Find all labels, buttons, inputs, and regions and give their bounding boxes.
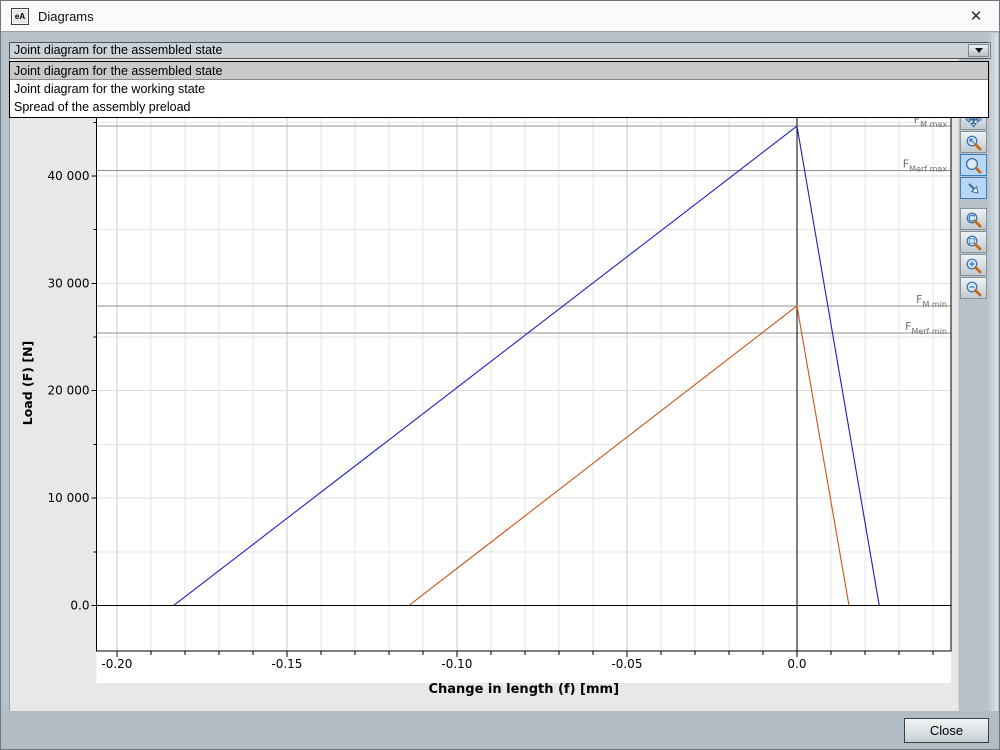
zoom-original-icon bbox=[965, 234, 982, 251]
zoom-reset-button[interactable] bbox=[960, 208, 987, 230]
window-title: Diagrams bbox=[38, 9, 94, 24]
dropdown-option-assembly-preload[interactable]: Spread of the assembly preload bbox=[10, 98, 988, 116]
dropdown-option-assembled-state[interactable]: Joint diagram for the assembled state bbox=[10, 62, 988, 80]
y-axis-title: Load (F) [N] bbox=[20, 341, 35, 426]
joint-diagram-chart: FM maxFMerf maxFM minFMerf min-0.20-0.15… bbox=[10, 59, 958, 712]
x-tick-label: -0.15 bbox=[271, 657, 302, 671]
zoom-window-icon bbox=[965, 157, 982, 174]
zoom-original-button[interactable] bbox=[960, 231, 987, 253]
dialog-footer: Close bbox=[1, 711, 999, 749]
zoom-out-icon bbox=[965, 280, 982, 297]
x-axis-title: Change in length (f) [mm] bbox=[428, 682, 619, 697]
y-tick-label: 10 000 bbox=[48, 491, 90, 505]
dropdown-arrow-button[interactable] bbox=[968, 44, 989, 57]
diagrams-dialog: eA Diagrams ✕ FM maxFMerf maxFM minFMerf… bbox=[0, 0, 1000, 750]
zoom-in-icon bbox=[965, 257, 982, 274]
x-tick-label: 0.0 bbox=[787, 657, 806, 671]
diagram-type-dropdown[interactable]: Joint diagram for the assembled state bbox=[9, 42, 991, 59]
y-tick-label: 40 000 bbox=[48, 169, 90, 183]
x-tick-label: -0.05 bbox=[611, 657, 642, 671]
dropdown-option-list: Joint diagram for the assembled state Jo… bbox=[9, 61, 989, 118]
chart-panel: FM maxFMerf maxFM minFMerf min-0.20-0.15… bbox=[9, 58, 959, 713]
app-icon: eA bbox=[11, 8, 29, 25]
y-tick-label: 20 000 bbox=[48, 384, 90, 398]
dropdown-option-working-state[interactable]: Joint diagram for the working state bbox=[10, 80, 988, 98]
close-button[interactable]: Close bbox=[904, 718, 989, 743]
right-margin bbox=[987, 33, 998, 711]
zoom-reset-icon bbox=[965, 211, 982, 228]
dropdown-selected-value: Joint diagram for the assembled state bbox=[14, 43, 222, 57]
zoom-previous-button[interactable] bbox=[960, 131, 987, 153]
chart-toolbar bbox=[960, 108, 988, 300]
select-arrow-icon bbox=[965, 180, 982, 197]
select-arrow-button[interactable] bbox=[960, 177, 987, 199]
zoom-previous-icon bbox=[965, 134, 982, 151]
zoom-in-button[interactable] bbox=[960, 254, 987, 276]
x-tick-label: -0.20 bbox=[101, 657, 132, 671]
zoom-out-button[interactable] bbox=[960, 277, 987, 299]
y-tick-label: 0.0 bbox=[70, 598, 89, 612]
y-tick-label: 30 000 bbox=[48, 276, 90, 290]
chevron-down-icon bbox=[975, 48, 983, 53]
x-tick-label: -0.10 bbox=[441, 657, 472, 671]
zoom-window-button[interactable] bbox=[960, 154, 987, 176]
title-bar: eA Diagrams ✕ bbox=[1, 1, 999, 32]
window-close-button[interactable]: ✕ bbox=[964, 6, 988, 28]
